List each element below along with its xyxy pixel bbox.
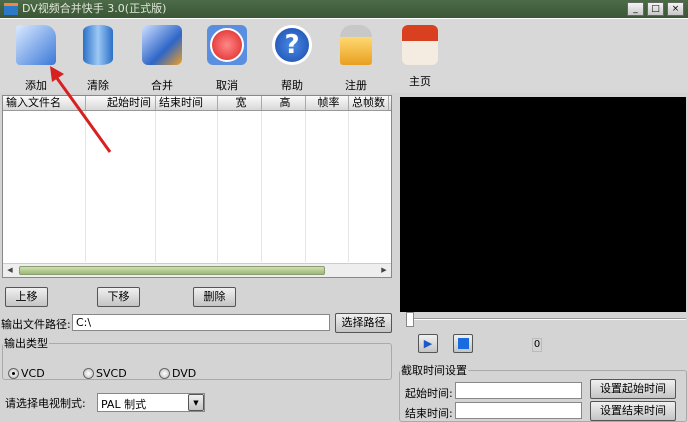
merge-folder-icon xyxy=(142,25,182,65)
maximize-button[interactable]: □ xyxy=(647,2,664,16)
scroll-left-icon[interactable]: ◀ xyxy=(4,265,16,276)
chevron-down-icon[interactable]: ▼ xyxy=(188,394,204,411)
scroll-right-icon[interactable]: ▶ xyxy=(378,265,390,276)
stop-button[interactable] xyxy=(453,334,473,353)
minimize-button[interactable]: _ xyxy=(627,2,644,16)
seek-slider-thumb[interactable] xyxy=(406,312,414,327)
help-icon: ? xyxy=(272,25,312,65)
move-up-button[interactable]: 上移 xyxy=(5,287,48,307)
red-arrow-annotation xyxy=(50,66,112,153)
start-time-label: 起始时间: xyxy=(405,387,453,400)
play-button[interactable]: ▶ xyxy=(418,334,438,353)
homepage-button[interactable]: 主页 xyxy=(390,25,450,91)
lock-icon xyxy=(340,25,372,65)
trash-icon xyxy=(83,25,113,65)
tv-standard-label: 请选择电视制式: xyxy=(5,397,86,410)
tv-standard-select[interactable]: PAL 制式 ▼ xyxy=(97,393,205,412)
merge-button[interactable]: 合并 xyxy=(132,25,192,92)
video-preview xyxy=(400,97,686,312)
cancel-button[interactable]: 取消 xyxy=(197,25,257,92)
delete-button[interactable]: 删除 xyxy=(193,287,236,307)
radio-dvd[interactable]: DVD xyxy=(159,367,196,380)
close-button[interactable]: × xyxy=(667,2,684,16)
radio-checked-icon xyxy=(8,368,19,379)
scroll-thumb[interactable] xyxy=(19,266,325,275)
output-type-legend: 输出类型 xyxy=(4,337,48,350)
horizontal-scrollbar[interactable]: ◀ ▶ xyxy=(3,263,391,277)
col-height[interactable]: 高 xyxy=(262,96,306,110)
start-time-input[interactable] xyxy=(455,382,582,399)
col-width[interactable]: 宽 xyxy=(218,96,262,110)
move-down-button[interactable]: 下移 xyxy=(97,287,140,307)
window-title: DV视频合并快手 3.0(正式版) xyxy=(22,2,167,15)
col-framerate[interactable]: 帧率 xyxy=(306,96,349,110)
help-button[interactable]: ? 帮助 xyxy=(262,25,322,92)
radio-svcd[interactable]: SVCD xyxy=(83,367,127,380)
seek-track[interactable] xyxy=(406,318,686,320)
home-icon xyxy=(402,25,438,65)
output-path-input[interactable] xyxy=(72,314,330,331)
stop-icon xyxy=(457,338,469,349)
power-icon xyxy=(207,25,247,65)
output-path-label: 输出文件路径: xyxy=(1,318,71,331)
radio-icon xyxy=(83,368,94,379)
radio-icon xyxy=(159,368,170,379)
radio-vcd[interactable]: VCD xyxy=(8,367,45,380)
set-end-time-button[interactable]: 设置结束时间 xyxy=(590,401,676,421)
output-type-group: 输出类型 VCD SVCD DVD xyxy=(2,335,392,380)
title-bar: DV视频合并快手 3.0(正式版) xyxy=(0,0,688,18)
frame-counter: 0 xyxy=(532,338,542,352)
register-button[interactable]: 注册 xyxy=(326,25,386,92)
app-icon xyxy=(4,3,18,15)
folder-open-icon xyxy=(16,25,56,65)
set-start-time-button[interactable]: 设置起始时间 xyxy=(590,379,676,399)
end-time-input[interactable] xyxy=(455,402,582,419)
col-total-frames[interactable]: 总帧数 xyxy=(349,96,389,110)
play-icon: ▶ xyxy=(423,337,433,350)
browse-path-button[interactable]: 选择路径 xyxy=(335,313,392,333)
clip-time-legend: 截取时间设置 xyxy=(401,364,467,377)
col-end-time[interactable]: 结束时间 xyxy=(156,96,218,110)
